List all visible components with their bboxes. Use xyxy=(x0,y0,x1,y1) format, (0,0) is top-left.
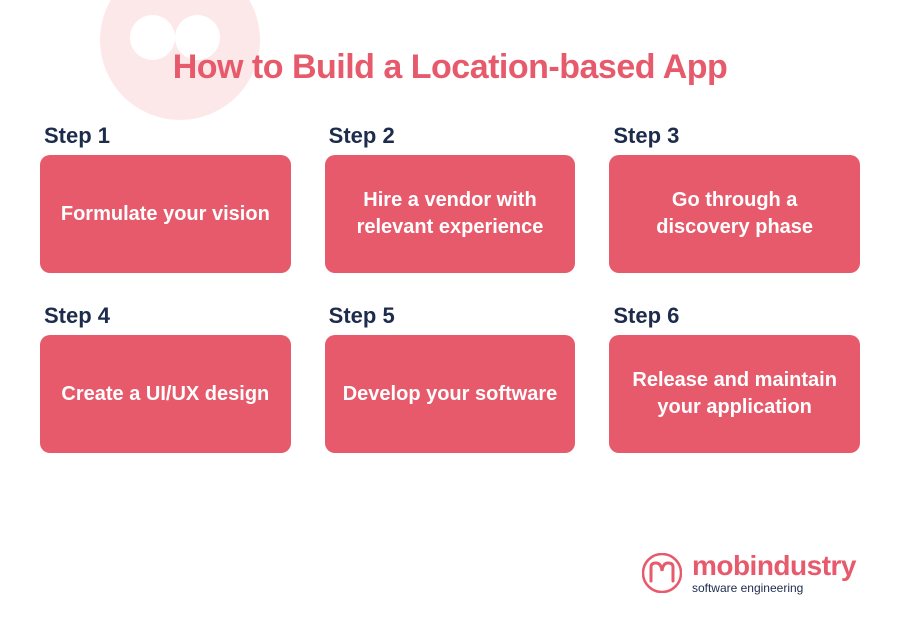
step-card: Formulate your vision xyxy=(40,155,291,273)
brand-tagline: software engineering xyxy=(692,582,856,594)
step-label: Step 6 xyxy=(609,303,860,329)
brand-logo: mobindustry software engineering xyxy=(642,552,856,594)
brand-name: mobindustry xyxy=(692,552,856,580)
step-2: Step 2 Hire a vendor with relevant exper… xyxy=(325,123,576,273)
step-card: Hire a vendor with relevant experience xyxy=(325,155,576,273)
steps-grid: Step 1 Formulate your vision Step 2 Hire… xyxy=(0,123,900,453)
step-6: Step 6 Release and maintain your applica… xyxy=(609,303,860,453)
step-card: Release and maintain your application xyxy=(609,335,860,453)
step-4: Step 4 Create a UI/UX design xyxy=(40,303,291,453)
step-card: Go through a discovery phase xyxy=(609,155,860,273)
step-label: Step 1 xyxy=(40,123,291,149)
step-label: Step 2 xyxy=(325,123,576,149)
step-label: Step 5 xyxy=(325,303,576,329)
step-label: Step 4 xyxy=(40,303,291,329)
step-card: Create a UI/UX design xyxy=(40,335,291,453)
page-title: How to Build a Location-based App xyxy=(0,0,900,123)
mobindustry-icon xyxy=(642,553,682,593)
step-5: Step 5 Develop your software xyxy=(325,303,576,453)
step-1: Step 1 Formulate your vision xyxy=(40,123,291,273)
step-label: Step 3 xyxy=(609,123,860,149)
brand-text: mobindustry software engineering xyxy=(692,552,856,594)
step-3: Step 3 Go through a discovery phase xyxy=(609,123,860,273)
step-card: Develop your software xyxy=(325,335,576,453)
